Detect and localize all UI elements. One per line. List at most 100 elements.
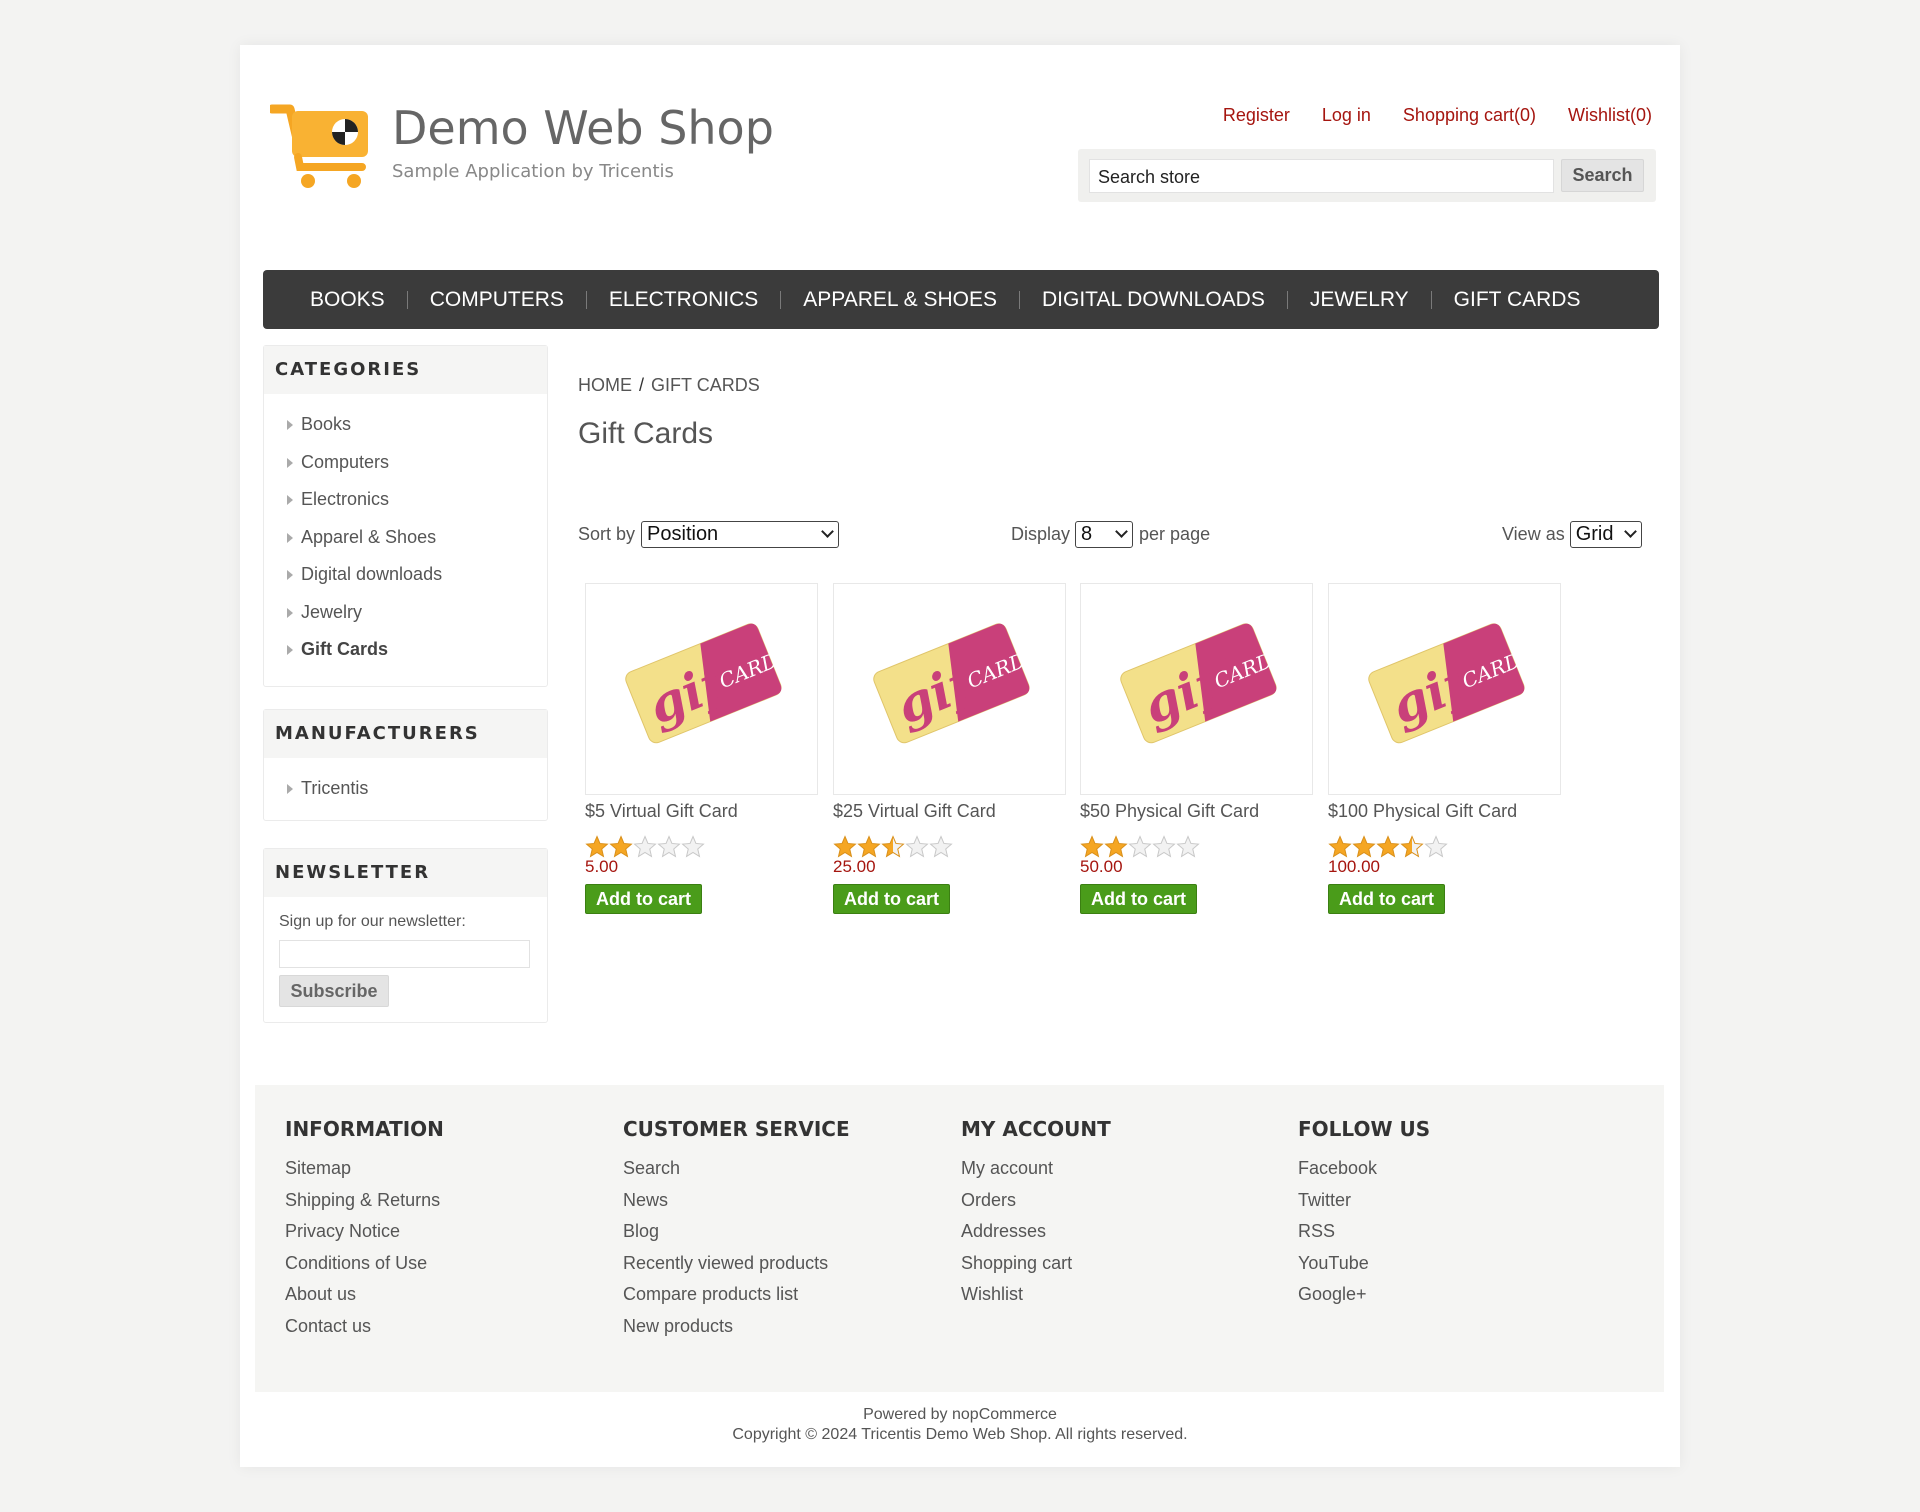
menu-item-computers[interactable]: COMPUTERS [408, 288, 586, 312]
chevron-down-icon [1115, 525, 1128, 538]
footer-link[interactable]: News [623, 1185, 850, 1217]
arrow-right-icon [287, 457, 293, 468]
footer-link[interactable]: Addresses [961, 1216, 1111, 1248]
category-item-computers[interactable]: Computers [284, 444, 547, 482]
shopping-cart-link[interactable]: Shopping cart(0) [1403, 105, 1536, 126]
menu-item-jewelry[interactable]: JEWELRY [1288, 288, 1431, 312]
product-title-link[interactable]: $25 Virtual Gift Card [833, 801, 1066, 822]
arrow-right-icon [287, 532, 293, 543]
footer-column-title: FOLLOW US [1298, 1117, 1431, 1141]
page-size-select[interactable]: 8 [1075, 521, 1134, 548]
wishlist-link[interactable]: Wishlist(0) [1568, 105, 1652, 126]
product-title-link[interactable]: $100 Physical Gift Card [1328, 801, 1561, 822]
footer-link[interactable]: Contact us [285, 1311, 444, 1343]
view-mode-select[interactable]: Grid [1569, 521, 1642, 548]
search-button[interactable]: Search [1561, 159, 1644, 192]
product-image[interactable]: gift CARD [585, 583, 818, 795]
footer-link[interactable]: Facebook [1298, 1153, 1430, 1185]
category-item-digital-downloads[interactable]: Digital downloads [284, 556, 547, 594]
rating-stars-graphic [1328, 835, 1448, 858]
product-item: gift CARD $100 Physical Gift Card 100.00 … [1328, 583, 1561, 914]
menu-item-apparel-shoes[interactable]: APPAREL & SHOES [781, 288, 1019, 312]
footer-bottom: Powered by nopCommerce Copyright © 2024 … [240, 1405, 1680, 1445]
product-item: gift CARD $5 Virtual Gift Card 5.00 Add t… [585, 583, 818, 914]
product-image[interactable]: gift CARD [833, 583, 1066, 795]
category-item-books[interactable]: Books [284, 406, 547, 444]
shopping-cart-logo-icon [270, 104, 368, 188]
page-container: Demo Web Shop Sample Application by Tric… [240, 45, 1680, 1467]
view-mode-value: Grid [1575, 523, 1614, 545]
footer-link[interactable]: Wishlist [961, 1279, 1111, 1311]
register-link[interactable]: Register [1223, 105, 1290, 126]
menu-item-gift-cards[interactable]: GIFT CARDS [1432, 288, 1603, 312]
newsletter-label: Sign up for our newsletter: [279, 913, 466, 930]
footer-link[interactable]: Orders [961, 1185, 1111, 1217]
display-label: Display [1011, 524, 1071, 544]
product-title-link[interactable]: $50 Physical Gift Card [1080, 801, 1313, 822]
menu-item-digital-downloads[interactable]: DIGITAL DOWNLOADS [1020, 288, 1287, 312]
menu-item-electronics[interactable]: ELECTRONICS [587, 288, 780, 312]
category-item-electronics[interactable]: Electronics [284, 481, 547, 519]
footer-link[interactable]: Conditions of Use [285, 1248, 444, 1280]
category-label: Computers [301, 451, 390, 472]
add-to-cart-button[interactable]: Add to cart [833, 884, 951, 914]
manufacturer-label: Tricentis [301, 778, 369, 798]
category-item-jewelry[interactable]: Jewelry [284, 594, 547, 632]
footer-column-title: MY ACCOUNT [961, 1117, 1111, 1141]
category-item-apparel-shoes[interactable]: Apparel & Shoes [284, 519, 547, 557]
add-to-cart-button[interactable]: Add to cart [1080, 884, 1198, 914]
star-half-icon [881, 835, 905, 858]
view-mode-control: View as Grid [1502, 521, 1642, 548]
footer-link[interactable]: Sitemap [285, 1153, 444, 1185]
footer-link[interactable]: New products [623, 1311, 850, 1343]
star-filled-icon [1328, 835, 1352, 858]
star-empty-icon [1152, 835, 1176, 858]
newsletter-title: NEWSLETTER [264, 849, 547, 897]
search-input[interactable]: Search store [1089, 159, 1554, 193]
arrow-right-icon [287, 495, 293, 505]
star-filled-icon [1080, 835, 1104, 858]
product-item: gift CARD $50 Physical Gift Card 50.00 Ad… [1080, 583, 1313, 914]
star-filled-icon [585, 835, 609, 858]
product-title-link[interactable]: $5 Virtual Gift Card [585, 801, 818, 822]
footer-link[interactable]: Google+ [1298, 1279, 1430, 1311]
footer-link[interactable]: YouTube [1298, 1248, 1430, 1280]
footer-link[interactable]: Twitter [1298, 1185, 1430, 1217]
footer-link[interactable]: Search [623, 1153, 850, 1185]
menu-item-books[interactable]: BOOKS [288, 288, 407, 312]
subscribe-button[interactable]: Subscribe [279, 975, 389, 1007]
site-logo[interactable]: Demo Web Shop Sample Application by Tric… [270, 101, 774, 201]
product-image[interactable]: gift CARD [1080, 583, 1313, 795]
logo-subtitle: Sample Application by Tricentis [392, 161, 674, 182]
breadcrumb-home-link[interactable]: HOME [578, 375, 632, 395]
footer-link[interactable]: About us [285, 1279, 444, 1311]
star-empty-icon [1176, 835, 1200, 858]
product-image[interactable]: gift CARD [1328, 583, 1561, 795]
add-to-cart-button[interactable]: Add to cart [1328, 884, 1446, 914]
footer-link[interactable]: RSS [1298, 1216, 1430, 1248]
footer-link[interactable]: My account [961, 1153, 1111, 1185]
footer-link[interactable]: Shipping & Returns [285, 1185, 444, 1217]
newsletter-block: NEWSLETTER Sign up for our newsletter: S… [263, 848, 548, 1023]
star-empty-icon [681, 835, 705, 858]
footer-link[interactable]: Privacy Notice [285, 1216, 444, 1248]
footer-column-information: INFORMATION Sitemap Shipping & Returns P… [285, 1117, 444, 1343]
star-empty-icon [929, 835, 953, 858]
footer-link[interactable]: Recently viewed products [623, 1248, 850, 1280]
category-item-gift-cards[interactable]: Gift Cards [284, 631, 547, 669]
breadcrumb-separator: / [639, 375, 645, 395]
rating-stars-graphic [585, 835, 705, 858]
logo-title: Demo Web Shop [392, 101, 774, 155]
copyright-text: Copyright © 2024 Tricentis Demo Web Shop… [732, 1426, 1188, 1443]
manufacturer-item-tricentis[interactable]: Tricentis [284, 770, 547, 808]
footer-link[interactable]: Compare products list [623, 1279, 850, 1311]
footer-link[interactable]: Shopping cart [961, 1248, 1111, 1280]
star-filled-icon [1376, 835, 1400, 858]
rating-stars-graphic [1080, 835, 1200, 858]
sort-select[interactable]: Position [641, 521, 840, 548]
login-link[interactable]: Log in [1322, 105, 1371, 126]
footer-link[interactable]: Blog [623, 1216, 850, 1248]
newsletter-email-input[interactable] [279, 940, 530, 968]
add-to-cart-button[interactable]: Add to cart [585, 884, 703, 914]
chevron-down-icon [821, 525, 834, 538]
